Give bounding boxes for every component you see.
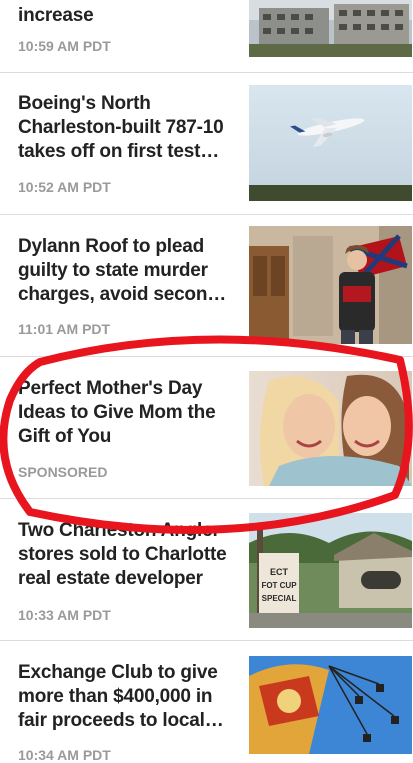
timestamp: 10:52 AM PDT xyxy=(18,179,111,195)
timestamp: 10:33 AM PDT xyxy=(18,607,111,623)
airplane-in-flight-photo[interactable] xyxy=(249,85,412,201)
timestamp: 10:59 AM PDT xyxy=(18,38,111,54)
news-item-boeing[interactable]: Boeing's North Charleston-built 787-10 t… xyxy=(0,73,413,213)
store-sign-text-line1: ECT xyxy=(270,567,289,577)
headline[interactable]: Dylann Roof to plead guilty to state mur… xyxy=(18,235,240,307)
news-item-dylann-roof[interactable]: Dylann Roof to plead guilty to state mur… xyxy=(0,215,413,356)
store-sign-text-line3: SPECIAL xyxy=(262,594,297,603)
store-sign-text-line2: FOT CUP xyxy=(261,581,297,590)
swing-ride-photo[interactable] xyxy=(249,656,412,754)
person-with-flag-photo[interactable] xyxy=(249,226,412,344)
sponsored-label: SPONSORED xyxy=(18,464,108,480)
building-construction-photo[interactable] xyxy=(249,0,412,57)
headline[interactable]: increase xyxy=(18,4,240,28)
headline[interactable]: Perfect Mother's Day Ideas to Give Mom t… xyxy=(18,377,240,449)
news-item-exchange-club[interactable]: Exchange Club to give more than $400,000… xyxy=(0,641,413,763)
news-feed: increase 10:59 AM PDT Boeing's North Cha… xyxy=(0,0,413,763)
timestamp: 10:34 AM PDT xyxy=(18,747,111,763)
store-sign-photo[interactable]: ECT FOT CUP SPECIAL xyxy=(249,513,412,628)
news-item-charleston-angler[interactable]: Two Charleston Angler stores sold to Cha… xyxy=(0,499,413,640)
headline[interactable]: Two Charleston Angler stores sold to Cha… xyxy=(18,519,240,591)
mother-daughter-hug-photo[interactable] xyxy=(249,371,412,486)
news-item-building[interactable]: increase 10:59 AM PDT xyxy=(0,0,413,72)
headline[interactable]: Exchange Club to give more than $400,000… xyxy=(18,661,240,733)
news-item-sponsored[interactable]: Perfect Mother's Day Ideas to Give Mom t… xyxy=(0,357,413,498)
timestamp: 11:01 AM PDT xyxy=(18,321,111,337)
headline[interactable]: Boeing's North Charleston-built 787-10 t… xyxy=(18,92,240,164)
